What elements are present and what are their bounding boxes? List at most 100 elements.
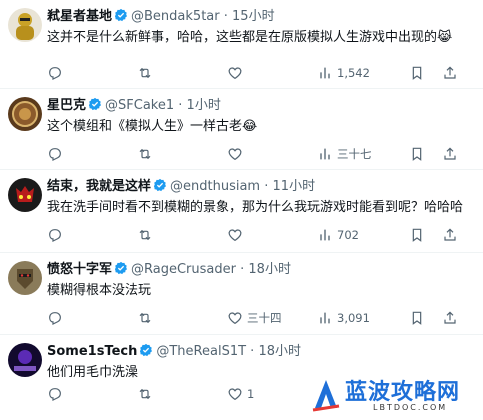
author-handle[interactable]: @RageCrusader [131,262,236,277]
action-bar: 1,542 [47,63,483,83]
like-count: 1 [247,387,255,401]
separator: · [264,179,269,194]
views-count: 1,542 [337,66,370,80]
author-handle[interactable]: @endthusiam [170,179,260,194]
tweet-4[interactable]: 愤怒十字军 @RageCrusader · 18小时 模糊得根本没法玩 三十四 3… [0,253,483,335]
like-icon [227,146,243,162]
views-button[interactable]: 1,542 [317,63,370,83]
reply-icon [47,227,63,243]
timestamp[interactable]: 18小时 [248,262,291,277]
views-count: 3,091 [337,311,370,325]
action-bar: 三十四 3,091 [47,308,483,328]
share-icon [442,146,458,162]
reply-button[interactable] [47,384,63,404]
watermark-url: LBTDOC.COM [373,403,448,412]
reply-button[interactable] [47,144,63,164]
watermark-title: 蓝波攻略网 [345,380,461,405]
like-icon [227,65,243,81]
tweet-header: 愤怒十字军 @RageCrusader · 18小时 [47,260,473,280]
action-bar: 三十七 [47,144,483,164]
tweet-header: 星巴克 @SFCake1 · 1小时 [47,96,473,116]
views-icon [317,65,333,81]
reply-button[interactable] [47,225,63,245]
retweet-icon [137,386,153,402]
timestamp[interactable]: 11小时 [273,179,316,194]
retweet-icon [137,310,153,326]
bookmark-button[interactable] [409,63,425,83]
tweet-text: 模糊得根本没法玩 [47,282,473,300]
bookmark-icon [409,227,425,243]
bookmark-button[interactable] [409,225,425,245]
views-button[interactable]: 3,091 [317,308,370,328]
separator: · [223,9,228,24]
separator: · [178,98,183,113]
share-button[interactable] [442,225,458,245]
share-button[interactable] [442,144,458,164]
reply-icon [47,65,63,81]
views-button[interactable]: 三十七 [317,144,372,164]
tweet-header: Some1sTech @TheRealS1T · 18小时 [47,342,473,362]
tweet-3[interactable]: 结束，我就是这样 @endthusiam · 11小时 我在洗手间时看不到模糊的景… [0,170,483,253]
share-button[interactable] [442,63,458,83]
share-button[interactable] [442,308,458,328]
like-button[interactable]: 1 [227,384,254,404]
timestamp[interactable]: 18小时 [258,344,301,359]
tweet-header: 结束，我就是这样 @endthusiam · 11小时 [47,177,473,197]
avatar-bendak5tar[interactable] [8,8,42,42]
avatar-sfcake1[interactable] [8,97,42,131]
like-button[interactable] [227,63,243,83]
views-icon [317,146,333,162]
tweet-text: 这个模组和《模拟人生》一样古老😂 [47,118,473,136]
like-icon [227,227,243,243]
retweet-button[interactable] [137,384,153,404]
like-button[interactable]: 三十四 [227,308,282,328]
verified-badge-icon [139,343,153,357]
views-button[interactable]: 702 [317,225,359,245]
tweet-1[interactable]: 弒星者基地 @Bendak5tar · 15小时 这并不是什么新鲜事，哈哈，这些都… [0,0,483,89]
reply-icon [47,146,63,162]
share-icon [442,227,458,243]
reply-button[interactable] [47,308,63,328]
timestamp[interactable]: 15小时 [232,9,275,24]
author-name[interactable]: 弒星者基地 [47,9,112,24]
retweet-icon [137,227,153,243]
like-button[interactable] [227,144,243,164]
tweet-body: 模糊得根本没法玩 [47,283,152,298]
reply-button[interactable] [47,63,63,83]
verified-badge-icon [114,261,128,275]
retweet-button[interactable] [137,225,153,245]
author-handle[interactable]: @Bendak5tar [131,9,220,24]
author-name[interactable]: Some1sTech [47,344,137,359]
avatar-endthusiam[interactable] [8,178,42,212]
action-bar: 702 [47,225,483,245]
author-handle[interactable]: @SFCake1 [105,98,174,113]
author-name[interactable]: 星巴克 [47,98,86,113]
bookmark-icon [409,310,425,326]
tweet-header: 弒星者基地 @Bendak5tar · 15小时 [47,7,473,27]
bookmark-button[interactable] [409,308,425,328]
retweet-icon [137,65,153,81]
author-name[interactable]: 结束，我就是这样 [47,179,151,194]
reply-icon [47,386,63,402]
tweet-2[interactable]: 星巴克 @SFCake1 · 1小时 这个模组和《模拟人生》一样古老😂 三十七 [0,89,483,170]
tweet-text: 这并不是什么新鲜事，哈哈，这些都是在原版模拟人生游戏中出现的😹 [47,29,473,47]
separator: · [240,262,245,277]
tweet-body: 这并不是什么新鲜事，哈哈，这些都是在原版模拟人生游戏中出现的 [47,30,438,45]
retweet-button[interactable] [137,308,153,328]
author-handle[interactable]: @TheRealS1T [156,344,246,359]
views-icon [317,310,333,326]
avatar-ragecrusader[interactable] [8,261,42,295]
tweet-body: 我在洗手间时看不到模糊的景象，那为什么我玩游戏时能看到呢？哈哈哈 [47,200,464,215]
timestamp[interactable]: 1小时 [187,98,221,113]
retweet-button[interactable] [137,63,153,83]
avatar-therealS1t[interactable] [8,343,42,377]
tweet-body: 这个模组和《模拟人生》一样古老 [47,119,243,134]
reply-icon [47,310,63,326]
like-button[interactable] [227,225,243,245]
like-icon [227,386,243,402]
watermark: 蓝波攻略网 LBTDOC.COM [303,370,483,420]
bookmark-button[interactable] [409,144,425,164]
author-name[interactable]: 愤怒十字军 [47,262,112,277]
watermark-logo-icon [312,380,340,412]
retweet-button[interactable] [137,144,153,164]
